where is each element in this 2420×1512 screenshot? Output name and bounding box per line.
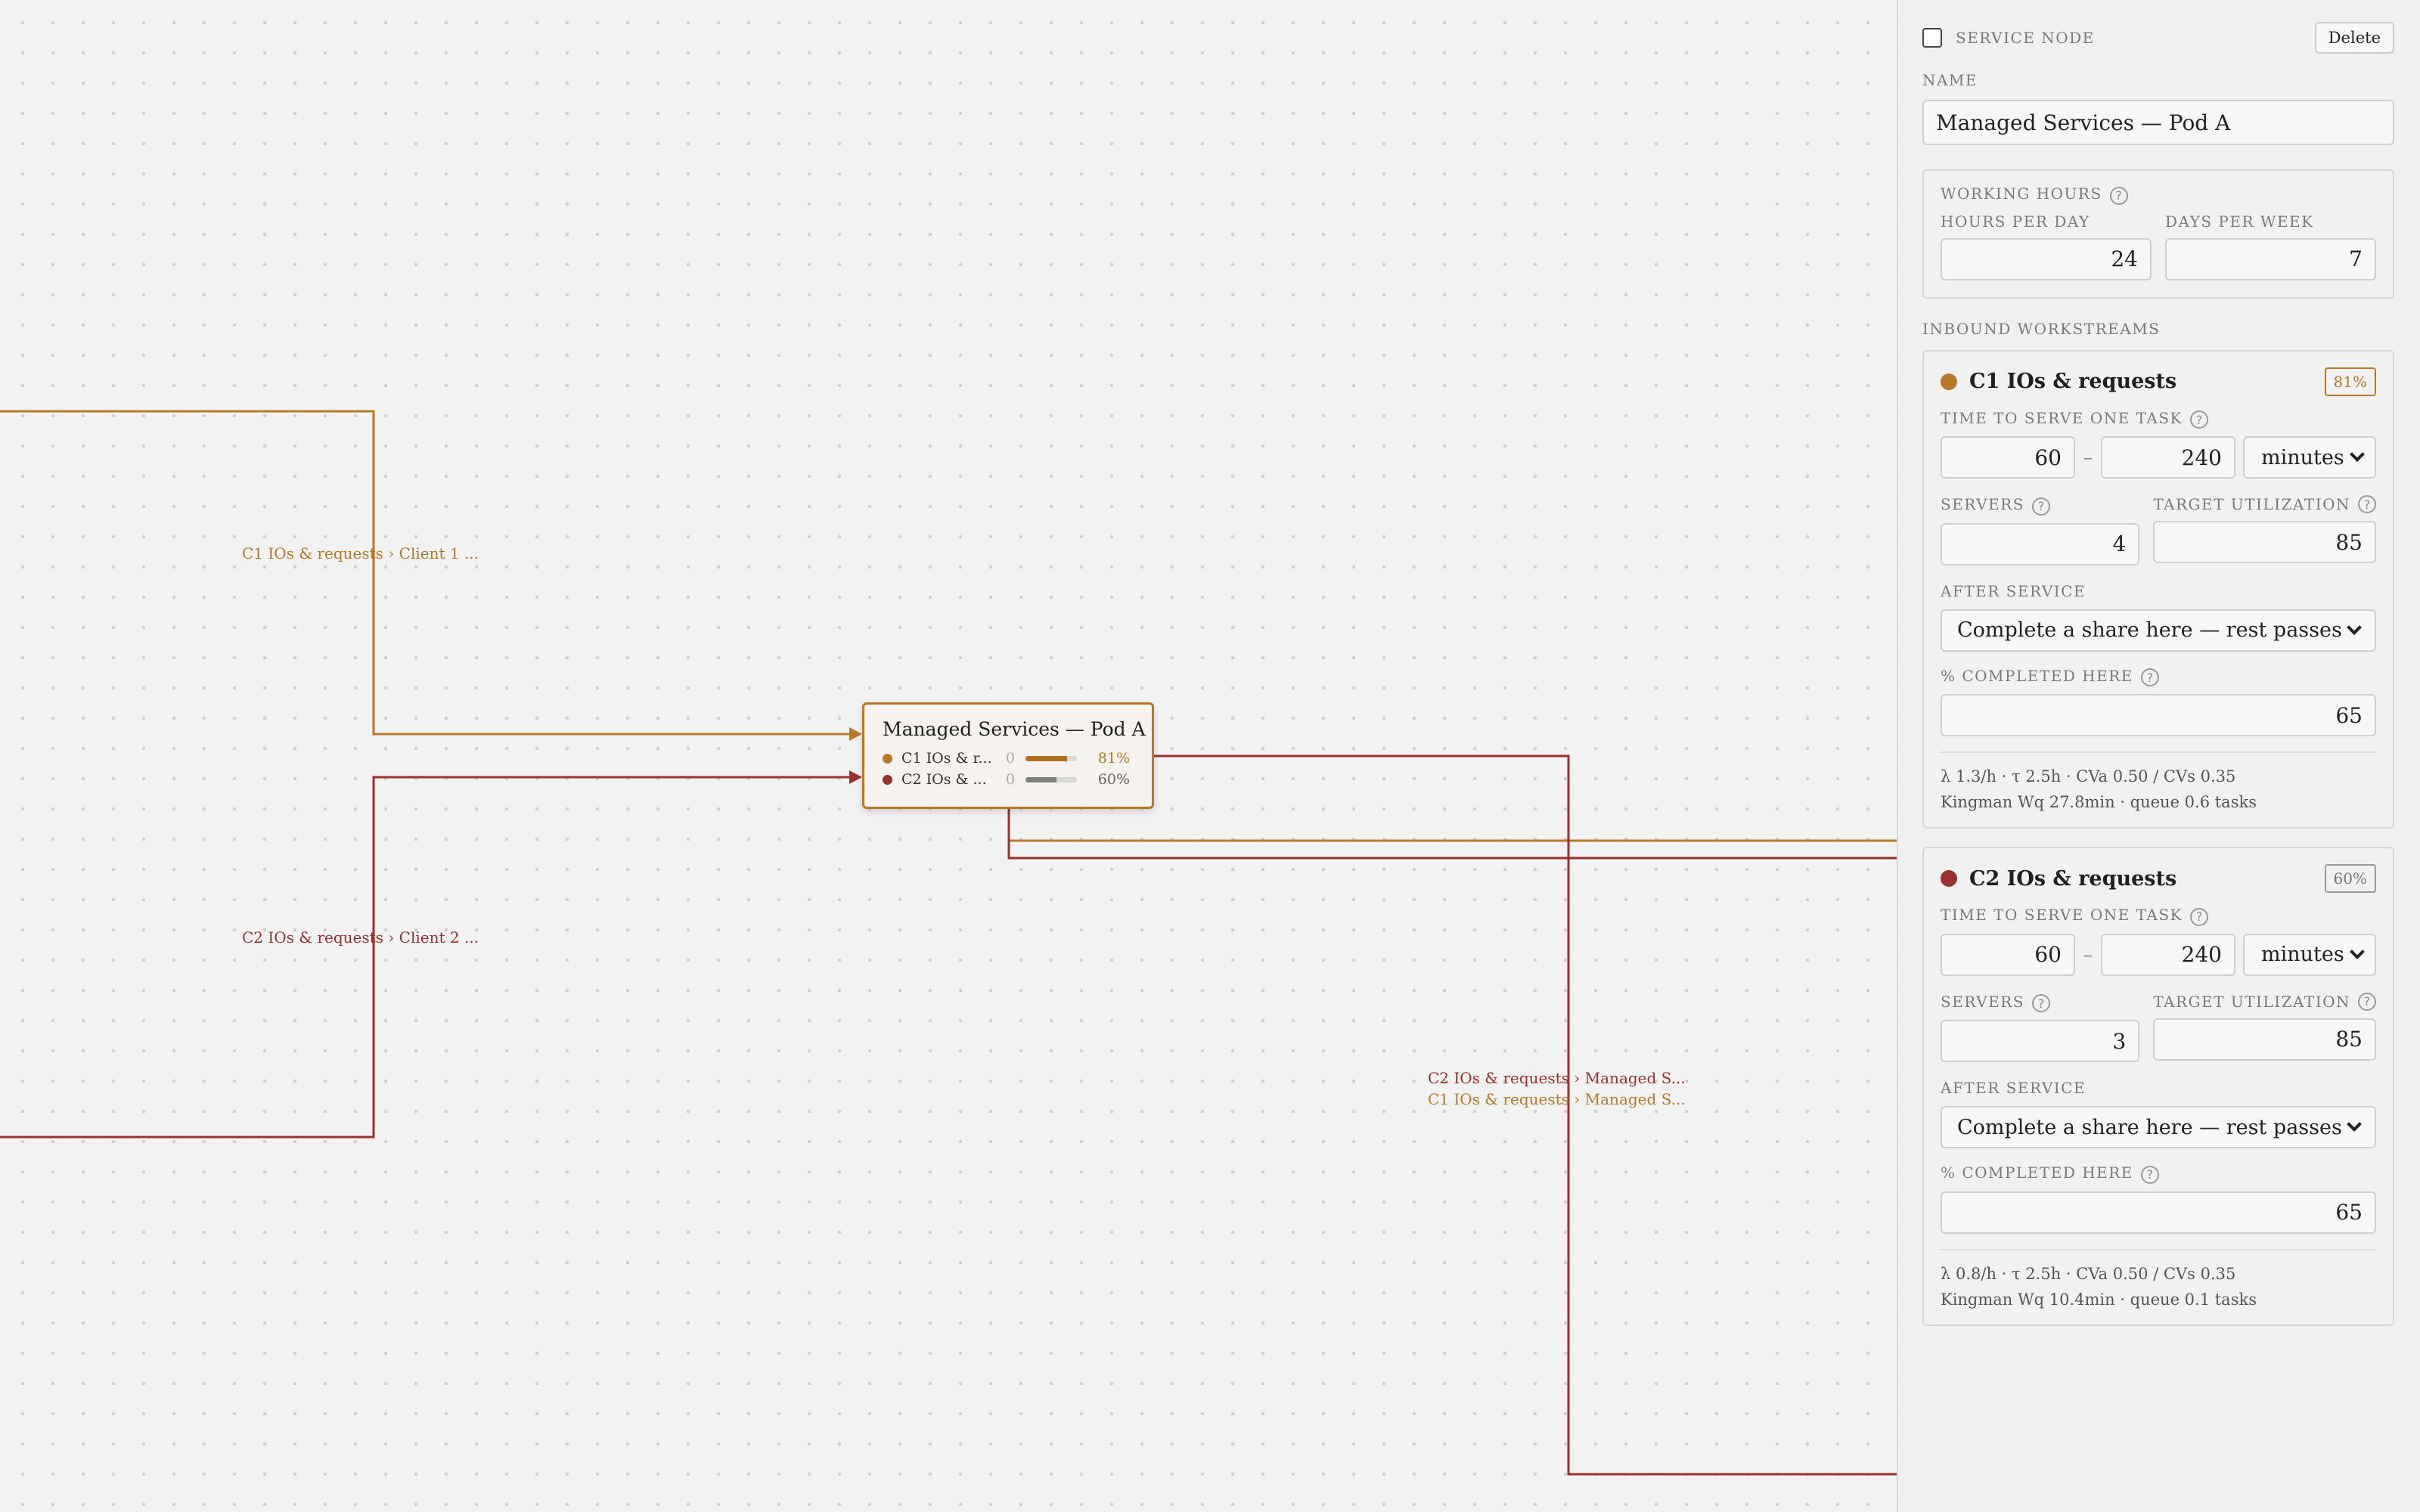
time-unit-value: minutes [2261, 943, 2344, 966]
service-node-card[interactable]: Managed Services — Pod A C1 IOs & r... 0… [862, 702, 1154, 809]
workstream-card-c2: C2 IOs & requests 60% TIME TO SERVE ONE … [1922, 847, 2394, 1326]
time-unit-select[interactable]: minutes [2243, 933, 2376, 976]
node-row-name: C1 IOs & r... [901, 750, 992, 767]
hours-per-day-input[interactable]: 24 [1941, 237, 2152, 280]
name-label: NAME [1922, 71, 1978, 89]
working-hours-label: WORKING HOURS [1941, 184, 2102, 203]
target-utilization-input[interactable]: 85 [2153, 1018, 2376, 1061]
node-workstream-row: C1 IOs & r... 0 81% [883, 748, 1135, 769]
panel-header: SERVICE NODE Delete [1922, 0, 2394, 76]
stream-dot-icon [883, 753, 892, 764]
time-max-input[interactable]: 240 [2101, 436, 2235, 479]
edge-label-c2-client2[interactable]: C2 IOs & requests › Client 2 ... [242, 928, 479, 947]
stats-line: λ 0.8/h · τ 2.5h · CVa 0.50 / CVs 0.35 [1941, 1264, 2236, 1283]
edge-c2-outbound[interactable] [1007, 809, 1897, 860]
completed-here-input[interactable]: 65 [1941, 1191, 2376, 1234]
time-max-input[interactable]: 240 [2101, 933, 2235, 976]
workstream-stats: λ 1.3/h · τ 2.5h · CVa 0.50 / CVs 0.35 K… [1941, 751, 2376, 815]
node-row-count: 0 [1005, 771, 1015, 788]
days-per-week-label: DAYS PER WEEK [2165, 212, 2314, 231]
target-utilization-label: TARGET UTILIZATION [2153, 992, 2350, 1011]
servers-input[interactable]: 3 [1941, 1020, 2140, 1062]
node-row-count: 0 [1005, 750, 1015, 767]
after-service-select[interactable]: Complete a share here — rest passes [1941, 1106, 2376, 1148]
node-type-label: SERVICE NODE [1956, 29, 2095, 47]
node-row-utilization: 60% [1097, 771, 1130, 788]
utilization-bar-fill [1025, 755, 1068, 761]
utilization-bar [1025, 755, 1077, 761]
help-icon[interactable]: ? [2140, 668, 2159, 686]
help-icon[interactable]: ? [2190, 907, 2209, 926]
servers-label: SERVERS [1941, 992, 2024, 1011]
hours-per-day-label: HOURS PER DAY [1941, 212, 2090, 231]
node-row-utilization: 81% [1097, 750, 1130, 767]
after-service-value: Complete a share here — rest passes [1957, 618, 2342, 642]
time-to-serve-label: TIME TO SERVE ONE TASK [1941, 408, 2183, 427]
stream-dot-icon [1941, 870, 1957, 887]
stream-dot-icon [1941, 373, 1957, 390]
servers-label: SERVERS [1941, 495, 2024, 513]
workstream-title: C1 IOs & requests [1969, 370, 2177, 393]
stats-line: Kingman Wq 10.4min · queue 0.1 tasks [1941, 1290, 2257, 1309]
time-unit-value: minutes [2261, 445, 2344, 469]
edge-c1-outbound[interactable] [1007, 809, 1897, 842]
completed-here-input[interactable]: 65 [1941, 694, 2376, 736]
node-title: Managed Services — Pod A [883, 718, 1146, 740]
flow-canvas[interactable]: C1 IOs & requests › Client 1 ... C2 IOs … [0, 0, 1897, 1512]
help-icon[interactable]: ? [2031, 994, 2050, 1012]
node-workstream-row: C2 IOs & ... 0 60% [883, 769, 1135, 790]
target-utilization-label: TARGET UTILIZATION [2153, 495, 2350, 513]
edge-c1-inbound[interactable] [0, 410, 856, 736]
delete-button[interactable]: Delete [2314, 22, 2394, 54]
after-service-value: Complete a share here — rest passes [1957, 1115, 2342, 1139]
target-utilization-input[interactable]: 85 [2153, 521, 2376, 563]
stream-dot-icon [883, 774, 892, 785]
workstream-card-c1: C1 IOs & requests 81% TIME TO SERVE ONE … [1922, 349, 2394, 829]
chevron-down-icon [2350, 447, 2365, 462]
time-to-serve-label: TIME TO SERVE ONE TASK [1941, 906, 2183, 924]
chevron-down-icon [2347, 619, 2362, 635]
working-hours-card: WORKING HOURS? HOURS PER DAY 24 DAYS PER… [1922, 169, 2394, 299]
select-checkbox[interactable] [1922, 28, 1942, 48]
completed-here-label: % COMPLETED HERE [1941, 1163, 2133, 1182]
chevron-down-icon [2347, 1117, 2362, 1132]
help-icon[interactable]: ? [2140, 1165, 2159, 1184]
utilization-bar [1025, 776, 1077, 782]
after-service-select[interactable]: Complete a share here — rest passes [1941, 609, 2376, 652]
arrowhead-c2-icon [849, 770, 862, 784]
utilization-badge: 60% [2324, 864, 2376, 893]
edge-label-c2-managed[interactable]: C2 IOs & requests › Managed S... [1428, 1069, 1686, 1087]
utilization-bar-fill [1025, 776, 1056, 782]
utilization-badge: 81% [2324, 367, 2376, 396]
days-per-week-input[interactable]: 7 [2165, 237, 2376, 280]
time-min-input[interactable]: 60 [1941, 436, 2075, 479]
edge-label-c1-client1[interactable]: C1 IOs & requests › Client 1 ... [242, 544, 479, 562]
completed-here-label: % COMPLETED HERE [1941, 666, 2133, 685]
help-icon[interactable]: ? [2031, 497, 2050, 516]
stats-line: λ 1.3/h · τ 2.5h · CVa 0.50 / CVs 0.35 [1941, 767, 2236, 785]
help-icon[interactable]: ? [2358, 992, 2376, 1011]
node-row-name: C2 IOs & ... [901, 771, 987, 788]
stats-line: Kingman Wq 27.8min · queue 0.6 tasks [1941, 793, 2257, 811]
help-icon[interactable]: ? [2358, 495, 2376, 513]
servers-input[interactable]: 4 [1941, 522, 2140, 565]
help-icon[interactable]: ? [2109, 186, 2128, 205]
range-dash: – [2083, 943, 2093, 965]
after-service-label: AFTER SERVICE [1941, 1079, 2086, 1097]
inspector-panel: SERVICE NODE Delete NAME Managed Service… [1897, 0, 2420, 1512]
after-service-label: AFTER SERVICE [1941, 581, 2086, 600]
edge-c2-loop[interactable] [1154, 754, 1897, 1476]
name-input[interactable]: Managed Services — Pod A [1922, 100, 2394, 145]
workstream-stats: λ 0.8/h · τ 2.5h · CVa 0.50 / CVs 0.35 K… [1941, 1248, 2376, 1312]
edge-c2-inbound[interactable] [0, 776, 856, 1139]
help-icon[interactable]: ? [2190, 411, 2209, 429]
workstream-title: C2 IOs & requests [1969, 866, 2177, 891]
range-dash: – [2083, 447, 2093, 468]
chevron-down-icon [2350, 943, 2365, 959]
time-unit-select[interactable]: minutes [2243, 436, 2376, 479]
arrowhead-c1-icon [849, 727, 862, 741]
edge-label-c1-managed[interactable]: C1 IOs & requests › Managed S... [1428, 1090, 1686, 1108]
inbound-workstreams-label: INBOUND WORKSTREAMS [1922, 319, 2161, 338]
time-min-input[interactable]: 60 [1941, 933, 2075, 976]
